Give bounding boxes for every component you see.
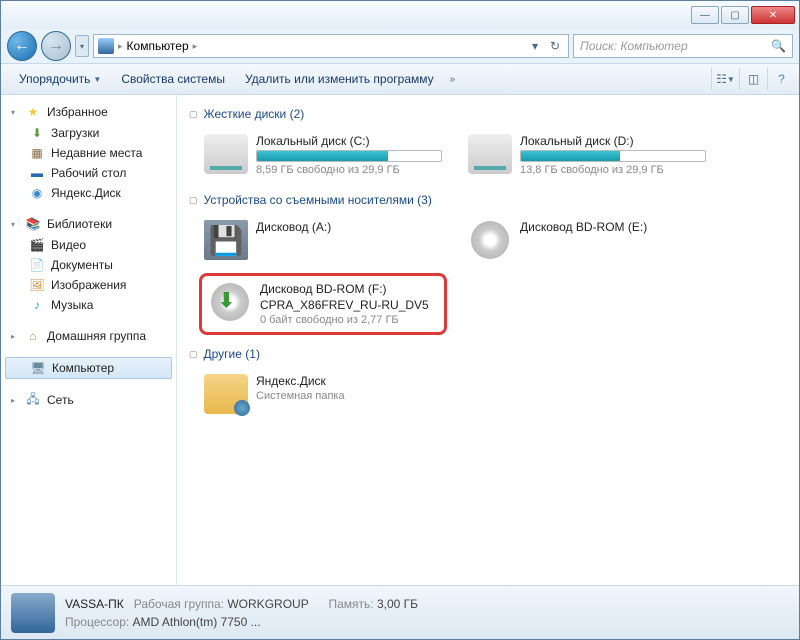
hdd-icon	[204, 134, 248, 174]
sidebar-item-images[interactable]: 🖼Изображения	[1, 275, 176, 295]
sidebar-favorites[interactable]: ▾★Избранное	[1, 101, 176, 123]
toolbar: Упорядочить▼ Свойства системы Удалить ил…	[1, 63, 799, 95]
bdrom-install-icon	[208, 282, 252, 322]
bdrom-icon	[468, 220, 512, 260]
sidebar-item-recent[interactable]: ▦Недавние места	[1, 143, 176, 163]
desktop-icon: ▬	[29, 165, 45, 181]
libraries-icon: 📚	[25, 216, 41, 232]
search-input[interactable]: Поиск: Компьютер 🔍	[573, 34, 793, 58]
drive-f[interactable]: Дисковод BD-ROM (F:) CPRA_X86FREV_RU-RU_…	[199, 273, 447, 335]
downloads-icon: ⬇	[29, 125, 45, 141]
system-properties-button[interactable]: Свойства системы	[113, 68, 233, 90]
images-icon: 🖼	[29, 277, 45, 293]
refresh-button[interactable]: ↻	[546, 37, 564, 55]
capacity-bar	[520, 150, 706, 162]
body: ▾★Избранное ⬇Загрузки ▦Недавние места ▬Р…	[1, 95, 799, 585]
sidebar-item-desktop[interactable]: ▬Рабочий стол	[1, 163, 176, 183]
back-button[interactable]: ←	[7, 31, 37, 61]
close-button[interactable]: ✕	[751, 6, 795, 24]
explorer-window: — ▢ ✕ ← → ▾ ▸ Компьютер ▸ ▾ ↻ Поиск: Ком…	[0, 0, 800, 640]
chevron-down-icon: ▢	[189, 195, 198, 206]
chevron-down-icon: ▼	[93, 75, 101, 84]
network-icon: 🖧	[25, 392, 41, 408]
history-dropdown[interactable]: ▾	[75, 35, 89, 57]
sidebar-item-video[interactable]: 🎬Видео	[1, 235, 176, 255]
sidebar-libraries[interactable]: ▾📚Библиотеки	[1, 213, 176, 235]
sidebar-item-downloads[interactable]: ⬇Загрузки	[1, 123, 176, 143]
drive-d[interactable]: Локальный диск (D:) 13,8 ГБ свободно из …	[463, 129, 711, 181]
sidebar-item-computer[interactable]: 🖥Компьютер	[5, 357, 172, 379]
view-options-button[interactable]: ☷ ▼	[711, 68, 733, 90]
breadcrumb[interactable]: ▸ Компьютер ▸ ▾ ↻	[93, 34, 569, 58]
chevron-right-icon: ▸	[11, 332, 19, 341]
titlebar: — ▢ ✕	[1, 1, 799, 29]
computer-icon	[11, 593, 55, 633]
recent-icon: ▦	[29, 145, 45, 161]
sidebar-homegroup[interactable]: ▸⌂Домашняя группа	[1, 325, 176, 347]
drive-c[interactable]: Локальный диск (C:) 8,59 ГБ свободно из …	[199, 129, 447, 181]
drive-e[interactable]: Дисковод BD-ROM (E:)	[463, 215, 711, 265]
sidebar-item-documents[interactable]: 📄Документы	[1, 255, 176, 275]
preview-pane-button[interactable]: ◫	[739, 68, 761, 90]
capacity-bar	[256, 150, 442, 162]
status-text: VASSA-ПК Рабочая группа: WORKGROUP Памят…	[65, 595, 418, 631]
drive-yadisk[interactable]: Яндекс.Диск Системная папка	[199, 369, 447, 419]
search-icon: 🔍	[771, 39, 786, 53]
hdd-icon	[468, 134, 512, 174]
video-icon: 🎬	[29, 237, 45, 253]
computer-icon: 🖥	[30, 360, 46, 376]
toolbar-overflow[interactable]: »	[446, 74, 460, 85]
minimize-button[interactable]: —	[691, 6, 719, 24]
homegroup-icon: ⌂	[25, 328, 41, 344]
folder-icon	[204, 374, 248, 414]
content: ▢Жесткие диски (2) Локальный диск (C:) 8…	[177, 95, 799, 585]
help-button[interactable]: ?	[767, 68, 789, 90]
sidebar: ▾★Избранное ⬇Загрузки ▦Недавние места ▬Р…	[1, 95, 177, 585]
navbar: ← → ▾ ▸ Компьютер ▸ ▾ ↻ Поиск: Компьютер…	[1, 29, 799, 63]
forward-button[interactable]: →	[41, 31, 71, 61]
chevron-down-icon: ▾	[11, 220, 19, 229]
yandex-disk-icon: ◉	[29, 185, 45, 201]
floppy-icon: 💾	[204, 220, 248, 260]
group-header-removable[interactable]: ▢Устройства со съемными носителями (3)	[189, 193, 787, 207]
breadcrumb-computer[interactable]: Компьютер	[127, 39, 189, 53]
organize-button[interactable]: Упорядочить▼	[11, 68, 109, 90]
computer-icon	[98, 38, 114, 54]
documents-icon: 📄	[29, 257, 45, 273]
uninstall-program-button[interactable]: Удалить или изменить программу	[237, 68, 442, 90]
chevron-down-icon: ▢	[189, 349, 198, 360]
chevron-down-icon: ▾	[11, 108, 19, 117]
group-header-other[interactable]: ▢Другие (1)	[189, 347, 787, 361]
chevron-right-icon: ▸	[118, 41, 123, 52]
group-header-hdd[interactable]: ▢Жесткие диски (2)	[189, 107, 787, 121]
breadcrumb-dropdown[interactable]: ▾	[526, 37, 544, 55]
sidebar-item-music[interactable]: ♪Музыка	[1, 295, 176, 315]
search-placeholder: Поиск: Компьютер	[580, 39, 688, 53]
maximize-button[interactable]: ▢	[721, 6, 749, 24]
statusbar: VASSA-ПК Рабочая группа: WORKGROUP Памят…	[1, 585, 799, 639]
drive-a[interactable]: 💾 Дисковод (A:)	[199, 215, 447, 265]
music-icon: ♪	[29, 297, 45, 313]
sidebar-item-yadisk[interactable]: ◉Яндекс.Диск	[1, 183, 176, 203]
sidebar-network[interactable]: ▸🖧Сеть	[1, 389, 176, 411]
chevron-down-icon: ▢	[189, 109, 198, 120]
star-icon: ★	[25, 104, 41, 120]
chevron-right-icon: ▸	[193, 41, 198, 52]
chevron-right-icon: ▸	[11, 396, 19, 405]
